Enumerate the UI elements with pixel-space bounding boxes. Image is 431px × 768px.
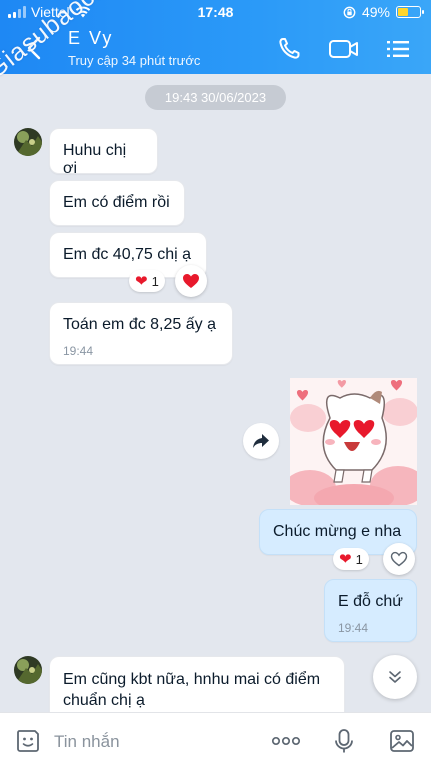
avatar[interactable]	[14, 656, 42, 684]
battery-percent: 49%	[361, 4, 390, 20]
message-bubble[interactable]: Toán em đc 8,25 ấy ạ 19:44	[49, 302, 233, 365]
avatar-image	[14, 656, 42, 684]
phone-icon[interactable]	[276, 36, 304, 62]
heart-outline-icon	[390, 551, 408, 567]
message-input[interactable]: Tin nhắn	[54, 732, 120, 752]
heart-eyes-sticker[interactable]	[290, 378, 417, 505]
scroll-to-bottom-button[interactable]	[373, 655, 417, 699]
back-arrow-icon[interactable]	[22, 34, 48, 62]
message-text: Toán em đc 8,25 ấy ạ	[63, 316, 216, 333]
message-text: Chúc mừng e nha	[273, 523, 402, 540]
message-input-bar: Tin nhắn	[0, 712, 431, 768]
message-bubble[interactable]: Huhu chị ơi	[49, 128, 158, 177]
share-forward-icon	[253, 434, 269, 448]
reaction-count: 1	[151, 273, 159, 289]
message-bubble-outgoing[interactable]: E đỗ chứ 19:44	[324, 579, 417, 642]
message-time: 19:44	[63, 344, 94, 358]
microphone-icon[interactable]	[330, 727, 358, 755]
forward-button[interactable]	[243, 423, 279, 459]
menu-list-icon[interactable]	[384, 36, 412, 62]
contact-name: E Vy	[68, 28, 114, 48]
battery-icon	[396, 6, 424, 18]
rotation-lock-icon	[343, 6, 356, 18]
video-call-icon[interactable]	[328, 36, 360, 62]
more-options-icon[interactable]	[270, 727, 302, 755]
avatar-image	[14, 128, 42, 156]
message-text: Em cũng kbt nữa, hnhu mai có điểm chuẩn …	[63, 671, 321, 709]
reaction-badge[interactable]: ❤ 1	[129, 270, 165, 292]
message-text: Em đc 40,75 chị ạ	[63, 246, 192, 263]
react-heart-button[interactable]	[175, 265, 207, 297]
react-heart-button[interactable]	[383, 543, 415, 575]
reaction-badge[interactable]: ❤ 1	[333, 548, 369, 570]
status-bar: Viettel 17:48 49%	[0, 0, 431, 24]
heart-icon	[183, 274, 199, 288]
heart-icon: ❤	[339, 551, 352, 568]
last-seen-text: Truy cập 34 phút trước	[68, 53, 201, 68]
message-bubble[interactable]: Em có điểm rồi	[49, 180, 185, 226]
chat-app-bar: E Vy Truy cập 34 phút trước	[0, 24, 431, 74]
date-separator: 19:43 30/06/2023	[145, 85, 286, 110]
sticker-emoji-icon[interactable]	[14, 727, 42, 755]
message-text: Em có điểm rồi	[63, 194, 170, 211]
double-chevron-down-icon	[389, 671, 401, 683]
reaction-count: 1	[355, 551, 363, 567]
message-time: 19:44	[338, 621, 369, 635]
message-text: Huhu chị ơi	[63, 142, 127, 177]
message-text: E đỗ chứ	[338, 593, 403, 610]
image-gallery-icon[interactable]	[388, 727, 416, 755]
heart-icon: ❤	[135, 273, 148, 290]
header-bar: Viettel 17:48 49% E Vy Truy cập 34 phút …	[0, 0, 431, 74]
contact-info[interactable]: E Vy Truy cập 34 phút trước	[68, 28, 200, 68]
avatar[interactable]	[14, 128, 42, 156]
